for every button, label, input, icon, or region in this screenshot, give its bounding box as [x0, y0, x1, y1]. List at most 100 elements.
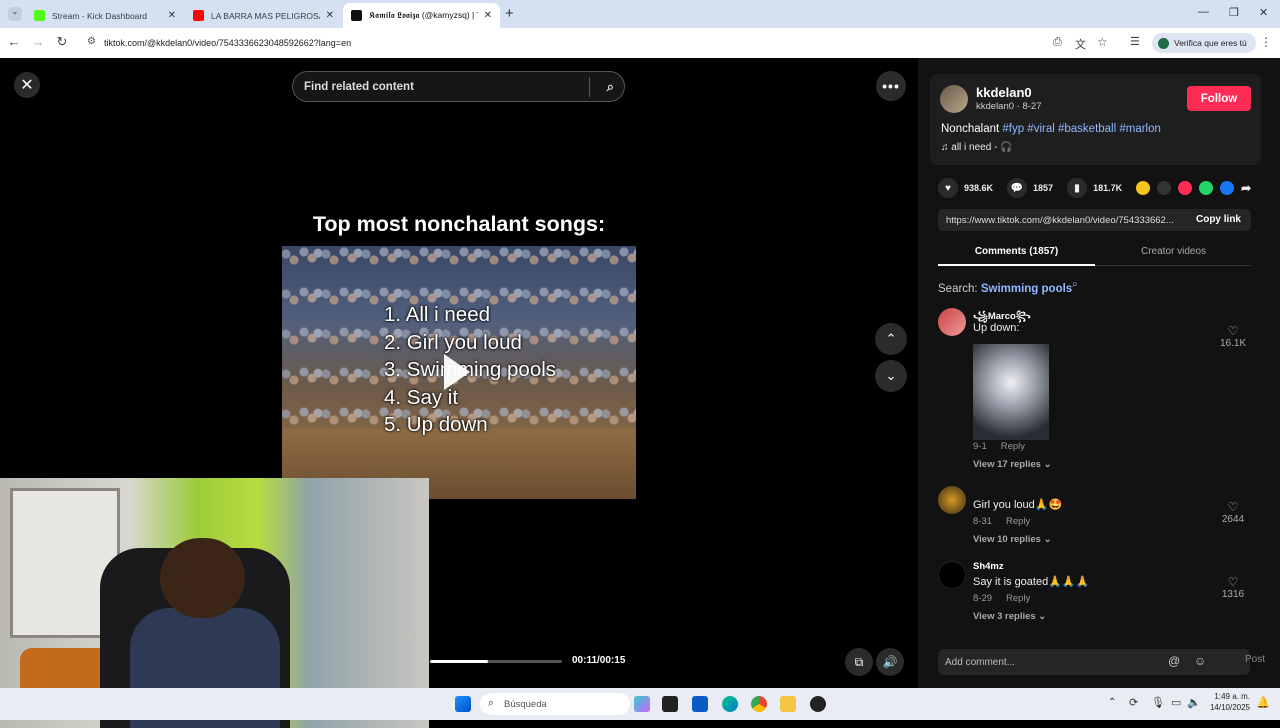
tab-list-menu-icon[interactable]: ⌄: [8, 7, 22, 21]
close-tab-icon[interactable]: ✕: [484, 10, 492, 21]
tab-youtube[interactable]: LA BARRA MAS PELIGROSA DE ✕: [185, 3, 342, 28]
video-description: Nonchalant #fyp #viral #basketball #marl…: [941, 123, 1161, 135]
view-replies-button[interactable]: View 3 replies ⌄: [973, 611, 1046, 622]
tray-chevron-icon[interactable]: ⌃: [1108, 697, 1116, 708]
minimize-icon[interactable]: —: [1198, 6, 1209, 18]
share-arrow-icon[interactable]: ➦: [1241, 181, 1251, 195]
comment-meta: 9-1 Reply: [973, 441, 1039, 452]
mention-icon[interactable]: @: [1168, 654, 1180, 668]
author-name[interactable]: kkdelan0: [976, 85, 1032, 100]
more-options-button[interactable]: •••: [876, 71, 906, 101]
emoji-icon[interactable]: ☺: [1194, 654, 1206, 668]
windows-start-icon[interactable]: [455, 696, 471, 712]
previous-video-button[interactable]: ⌃: [875, 323, 907, 355]
back-icon[interactable]: ←: [5, 34, 23, 49]
coin-share-icon[interactable]: [1136, 181, 1151, 195]
facebook-icon[interactable]: [1220, 181, 1235, 195]
commenter-avatar[interactable]: [938, 308, 966, 336]
comment-like-count: 1316: [1221, 589, 1245, 600]
new-tab-button[interactable]: +: [505, 5, 514, 22]
tab-creator-videos[interactable]: Creator videos: [1095, 246, 1252, 257]
copilot-icon[interactable]: [634, 696, 650, 712]
heart-icon: ♥: [938, 178, 958, 198]
microphone-icon[interactable]: 🎙: [1151, 696, 1165, 709]
view-replies-button[interactable]: View 10 replies ⌄: [973, 534, 1052, 545]
comment-like[interactable]: ♡ 2644: [1220, 500, 1246, 525]
related-search-input[interactable]: Find related content ⌕: [292, 71, 625, 102]
reply-button[interactable]: Reply: [1001, 441, 1025, 452]
obs-icon[interactable]: [810, 696, 826, 712]
reply-button[interactable]: Reply: [1006, 516, 1030, 527]
profile-verify-chip[interactable]: Verifica que eres tú: [1152, 33, 1256, 53]
comment-search-suggestion[interactable]: Search: Swimming pools⌕: [938, 279, 1078, 295]
song-item: 5. Up down: [384, 413, 488, 436]
verify-label: Verifica que eres tú: [1174, 38, 1247, 48]
add-comment-input[interactable]: Add comment... @ ☺: [938, 649, 1250, 675]
taskbar-search[interactable]: ⌕ Búsqueda: [480, 693, 630, 715]
close-tab-icon[interactable]: ✕: [326, 10, 334, 21]
song-item: 2. Girl you loud: [384, 330, 522, 354]
heart-outline-icon: ♡: [1227, 500, 1239, 514]
browser-menu-icon[interactable]: ⋮: [1260, 35, 1272, 49]
site-info-icon[interactable]: ⚙: [87, 36, 96, 47]
close-window-icon[interactable]: ✕: [1259, 6, 1268, 19]
play-icon[interactable]: [444, 354, 470, 390]
edge-icon[interactable]: [722, 696, 738, 712]
comment-image[interactable]: [973, 344, 1049, 440]
taskbar-clock[interactable]: 1:49 a. m. 14/10/2025: [1198, 691, 1250, 713]
tab-tiktok[interactable]: 𝕶𝖆𝖒𝖎𝖑𝖆 𝕷𝖔𝖆𝖎𝖟𝖆 (@kamyzsq) | T ✕: [343, 3, 500, 28]
view-replies-button[interactable]: View 17 replies ⌄: [973, 459, 1052, 470]
store-icon[interactable]: [692, 696, 708, 712]
install-app-icon[interactable]: ⎙: [1053, 36, 1062, 49]
send-friends-icon[interactable]: [1178, 181, 1193, 195]
floating-player-icon[interactable]: ⧉: [845, 648, 873, 676]
like-button[interactable]: ♥ 938.6K: [938, 178, 993, 198]
notification-bell-icon[interactable]: 🔔: [1256, 696, 1270, 709]
forward-icon[interactable]: →: [29, 34, 47, 49]
author-handle-date: kkdelan0 · 8-27: [976, 101, 1042, 112]
search-icon[interactable]: ⌕: [607, 79, 614, 95]
close-video-button[interactable]: ✕: [14, 72, 40, 98]
comment-date: 8-29: [973, 593, 993, 604]
tab-kick-dashboard[interactable]: Stream - Kick Dashboard ✕: [26, 3, 184, 28]
video-progress-bar[interactable]: [430, 660, 562, 663]
reload-icon[interactable]: ↻: [53, 34, 71, 50]
save-button[interactable]: ▮ 181.7K: [1067, 178, 1122, 198]
comment-like[interactable]: ♡ 16.1K: [1220, 324, 1246, 349]
comment-date: 9-1: [973, 441, 987, 452]
bookmark-star-icon[interactable]: ☆: [1097, 35, 1108, 49]
author-avatar[interactable]: [940, 85, 968, 113]
share-link-text: https://www.tiktok.com/@kkdelan0/video/7…: [946, 214, 1174, 226]
youtube-favicon-icon: [193, 10, 204, 21]
commenter-avatar[interactable]: [938, 561, 966, 589]
comment-like[interactable]: ♡ 1316: [1220, 575, 1246, 600]
address-bar[interactable]: ⚙ tiktok.com/@kkdelan0/video/75433366230…: [82, 32, 1142, 54]
next-video-button[interactable]: ⌄: [875, 360, 907, 392]
commenter-name[interactable]: Sh4mz: [973, 561, 1004, 572]
search-prefix: Search:: [938, 282, 981, 295]
chrome-icon[interactable]: [751, 696, 767, 712]
volume-icon[interactable]: 🔊: [876, 648, 904, 676]
media-control-icon[interactable]: ☰: [1130, 35, 1140, 48]
copy-link-button[interactable]: Copy link: [1196, 214, 1241, 225]
comment-text: Up down:: [973, 322, 1020, 334]
tray-sync-icon[interactable]: ⟳: [1129, 696, 1138, 709]
share-link-box[interactable]: https://www.tiktok.com/@kkdelan0/video/7…: [938, 209, 1251, 231]
network-icon[interactable]: ▭: [1171, 696, 1181, 709]
embed-icon[interactable]: [1157, 181, 1172, 195]
tab-title: Stream - Kick Dashboard: [52, 10, 147, 21]
whatsapp-icon[interactable]: [1199, 181, 1214, 195]
post-comment-button[interactable]: Post: [1245, 654, 1265, 665]
reply-button[interactable]: Reply: [1006, 593, 1030, 604]
comment-button[interactable]: 💬 1857: [1007, 178, 1053, 198]
music-link[interactable]: ♫ all i need - 🎧: [941, 142, 1013, 153]
hashtag-links[interactable]: #fyp #viral #basketball #marlon: [1002, 123, 1161, 135]
task-view-icon[interactable]: [662, 696, 678, 712]
translate-icon[interactable]: 文: [1075, 36, 1086, 52]
close-tab-icon[interactable]: ✕: [168, 10, 176, 21]
follow-button[interactable]: Follow: [1187, 86, 1251, 111]
tab-comments[interactable]: Comments (1857): [938, 246, 1095, 266]
file-explorer-icon[interactable]: [780, 696, 796, 712]
restore-icon[interactable]: ❐: [1229, 6, 1239, 19]
commenter-avatar[interactable]: [938, 486, 966, 514]
